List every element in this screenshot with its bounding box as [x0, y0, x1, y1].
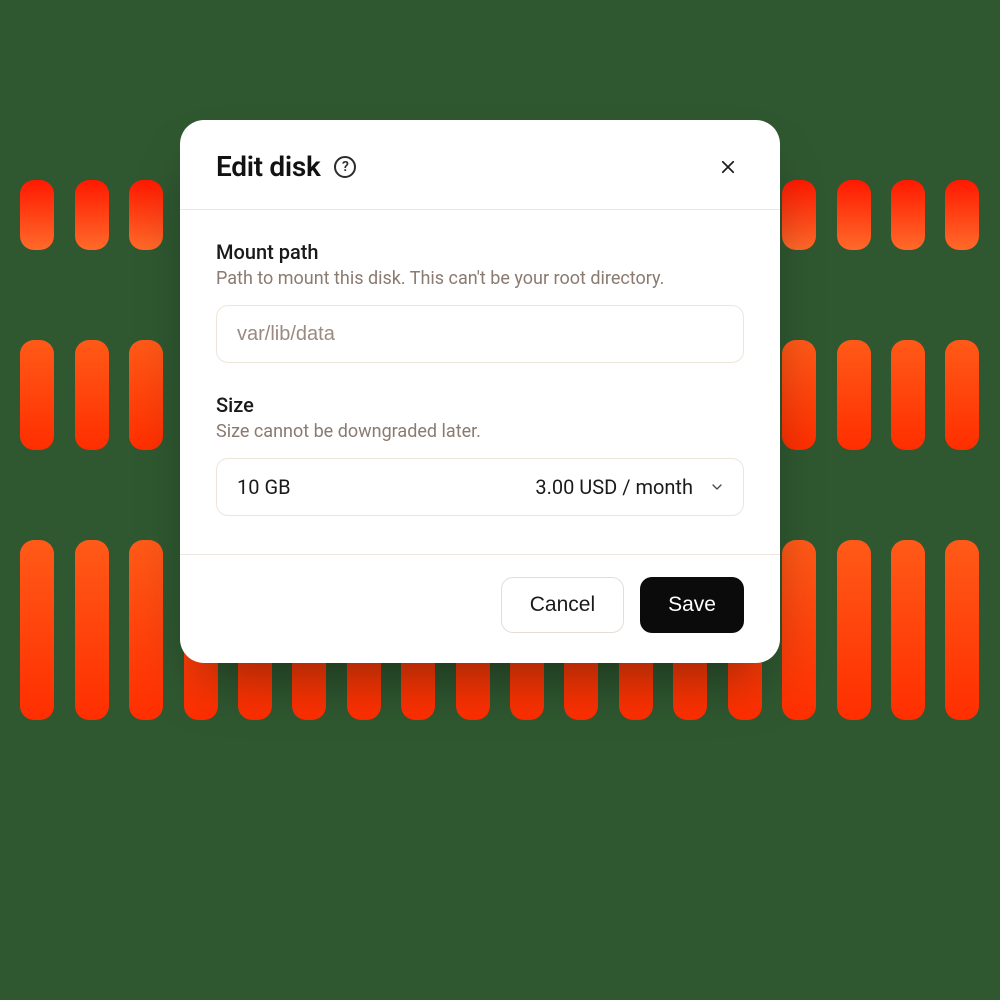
modal-header: Edit disk ? [180, 120, 780, 210]
size-help: Size cannot be downgraded later. [216, 421, 744, 442]
modal-title: Edit disk [216, 150, 320, 183]
close-icon [719, 158, 737, 176]
modal-footer: Cancel Save [180, 554, 780, 663]
edit-disk-modal: Edit disk ? Mount path Path to mount thi… [180, 120, 780, 663]
mount-path-input[interactable] [216, 305, 744, 363]
size-select-price: 3.00 USD / month [535, 475, 693, 499]
help-icon[interactable]: ? [334, 156, 356, 178]
close-button[interactable] [712, 151, 744, 183]
chevron-down-icon [709, 479, 725, 495]
size-select-value: 10 GB [237, 475, 291, 499]
size-label: Size [216, 393, 744, 417]
save-button[interactable]: Save [640, 577, 744, 633]
mount-path-field: Mount path Path to mount this disk. This… [216, 240, 744, 363]
size-field: Size Size cannot be downgraded later. 10… [216, 393, 744, 516]
modal-body: Mount path Path to mount this disk. This… [180, 210, 780, 554]
mount-path-help: Path to mount this disk. This can't be y… [216, 268, 744, 289]
cancel-button[interactable]: Cancel [501, 577, 624, 633]
mount-path-label: Mount path [216, 240, 744, 264]
size-select[interactable]: 10 GB 3.00 USD / month [216, 458, 744, 516]
